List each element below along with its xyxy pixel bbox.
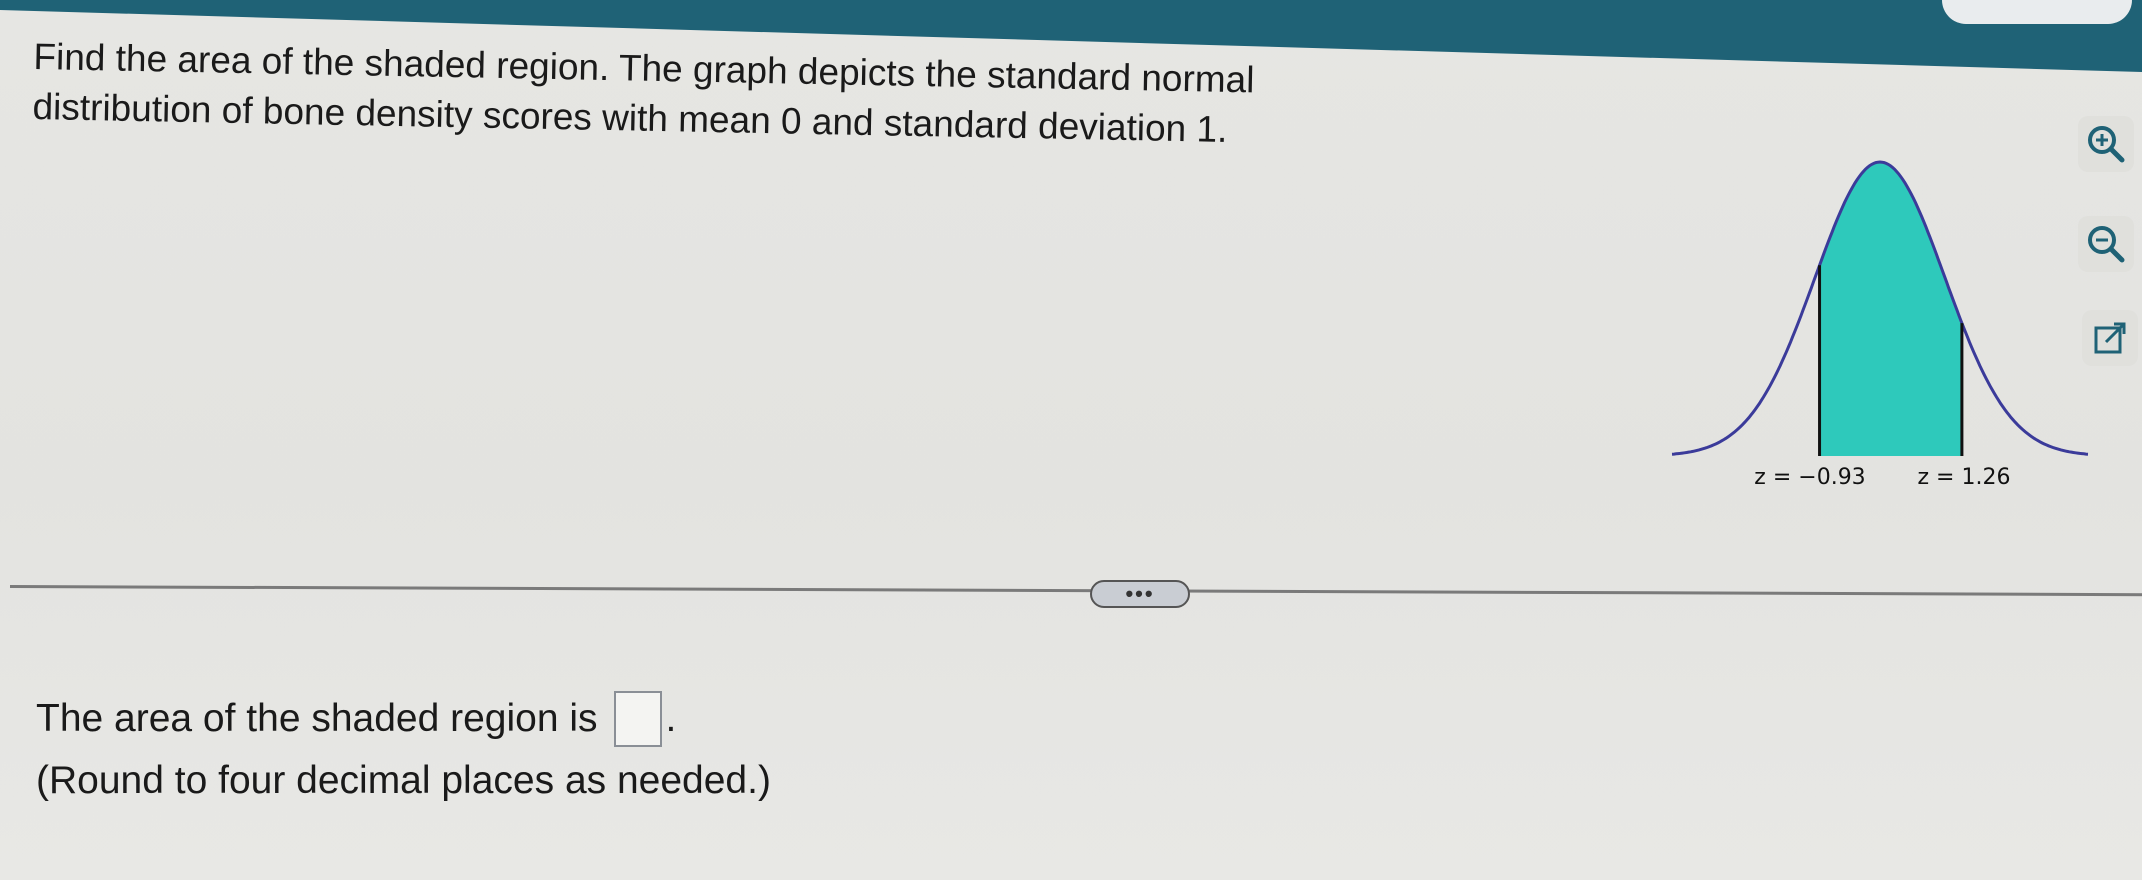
rounding-hint: (Round to four decimal places as needed.… bbox=[36, 759, 771, 802]
section-divider bbox=[9, 585, 2142, 597]
answer-prefix: The area of the shaded region is bbox=[36, 697, 598, 740]
right-z-label: z = 1.26 bbox=[1918, 465, 2011, 490]
header-button[interactable] bbox=[1942, 0, 2132, 24]
answer-section: The area of the shaded region is . (Roun… bbox=[36, 688, 771, 812]
answer-input-box[interactable] bbox=[613, 691, 662, 747]
answer-suffix: . bbox=[665, 697, 677, 740]
shaded-region bbox=[1819, 162, 1962, 456]
left-z-label: z = −0.93 bbox=[1754, 465, 1865, 490]
question-text: Find the area of the shaded region. The … bbox=[32, 32, 1434, 159]
normal-distribution-graph: z = −0.93 z = 1.26 bbox=[1660, 140, 2100, 505]
expand-more-button[interactable]: ••• bbox=[1090, 580, 1190, 608]
